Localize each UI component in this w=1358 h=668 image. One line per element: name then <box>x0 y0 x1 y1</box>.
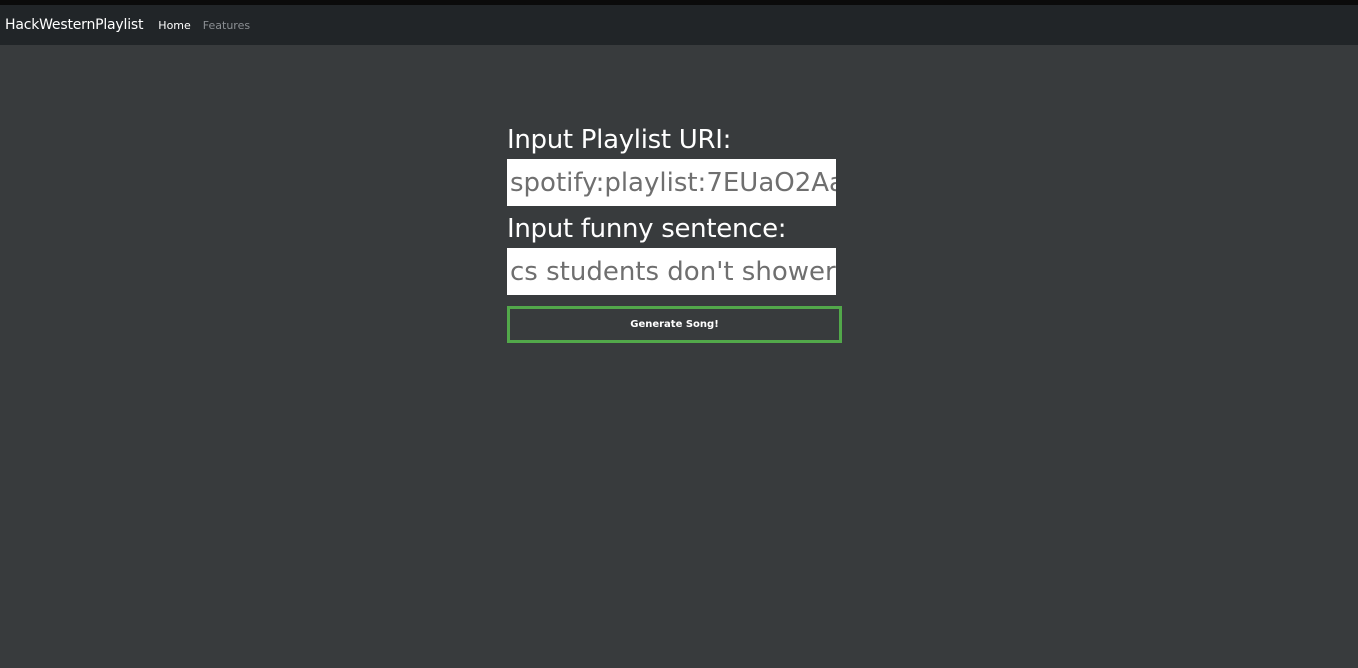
nav-link-home[interactable]: Home <box>158 19 190 32</box>
playlist-uri-label: Input Playlist URI: <box>507 125 732 155</box>
funny-sentence-label: Input funny sentence: <box>507 214 787 244</box>
funny-sentence-input[interactable] <box>507 248 836 295</box>
navbar: HackWesternPlaylist Home Features <box>0 5 1358 45</box>
playlist-uri-input[interactable] <box>507 159 836 206</box>
brand-logo[interactable]: HackWesternPlaylist <box>5 17 143 33</box>
nav-link-features[interactable]: Features <box>203 19 250 32</box>
generate-song-button[interactable]: Generate Song! <box>507 306 842 343</box>
playlist-form: Input Playlist URI: Input funny sentence… <box>507 120 847 343</box>
